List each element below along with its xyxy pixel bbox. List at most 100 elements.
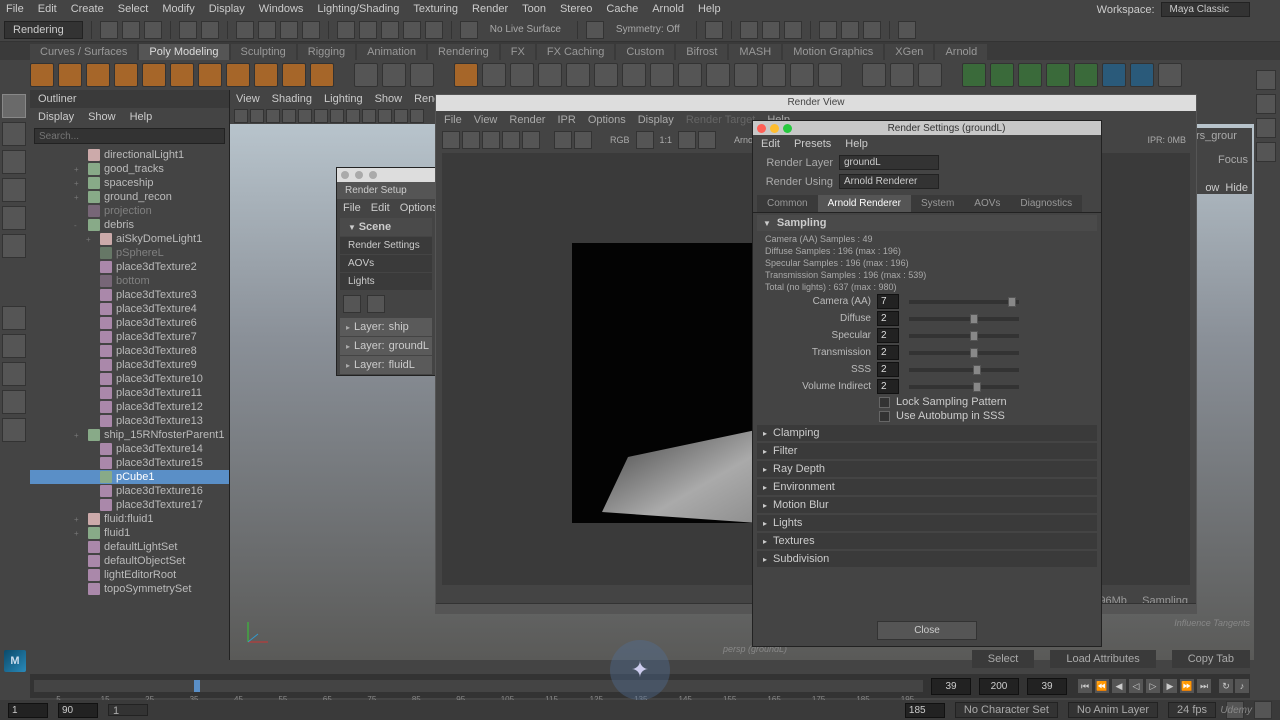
poly-gear-icon[interactable] [382, 63, 406, 87]
select-button[interactable]: Select [972, 650, 1035, 668]
outliner-item-place3dTexture17[interactable]: place3dTexture17 [30, 498, 229, 512]
field-input[interactable] [877, 362, 899, 377]
shelf-green-4-icon[interactable] [1046, 63, 1070, 87]
minimize-icon[interactable] [770, 124, 779, 133]
poly-platonic-icon[interactable] [226, 63, 250, 87]
rset-menu-edit[interactable]: Edit [761, 138, 780, 150]
menu-texturing[interactable]: Texturing [413, 3, 458, 15]
move-tool-icon[interactable] [2, 150, 26, 174]
range-start-input[interactable] [58, 703, 98, 718]
bevel-icon[interactable] [650, 63, 674, 87]
render-settings-shortcut-icon[interactable] [784, 21, 802, 39]
poly-plane-icon[interactable] [170, 63, 194, 87]
insert-loop-icon[interactable] [762, 63, 786, 87]
vp-icon-3[interactable] [266, 109, 280, 123]
poly-cube-icon[interactable] [58, 63, 82, 87]
outliner-item-fluid:fluid1[interactable]: +fluid:fluid1 [30, 512, 229, 526]
rs-render-settings[interactable]: Render Settings [340, 237, 432, 254]
field-slider[interactable] [909, 368, 1019, 372]
new-scene-icon[interactable] [100, 21, 118, 39]
vp-menu-view[interactable]: View [236, 93, 260, 105]
shelf-tab-mograph[interactable]: Motion Graphics [783, 44, 883, 60]
shelf-blue-1-icon[interactable] [1102, 63, 1126, 87]
menu-toon[interactable]: Toon [522, 3, 546, 15]
outliner-item-defaultLightSet[interactable]: defaultLightSet [30, 540, 229, 554]
outliner-item-projection[interactable]: projection [30, 204, 229, 218]
rset-menu-presets[interactable]: Presets [794, 138, 831, 150]
vp-icon-5[interactable] [298, 109, 312, 123]
outliner-item-pSphereL[interactable]: pSphereL [30, 246, 229, 260]
ipr-icon[interactable] [762, 21, 780, 39]
copy-tab-button[interactable]: Copy Tab [1172, 650, 1250, 668]
rv-rgb-label[interactable]: RGB [606, 135, 634, 145]
poly-helix-icon[interactable] [410, 63, 434, 87]
quad-draw-icon[interactable] [890, 63, 914, 87]
lock-sampling-checkbox[interactable] [879, 397, 890, 408]
poly-pyramid-icon[interactable] [254, 63, 278, 87]
rs-create-collection-icon[interactable] [367, 295, 385, 313]
outliner-item-place3dTexture4[interactable]: place3dTexture4 [30, 302, 229, 316]
last-tool-icon[interactable] [2, 234, 26, 258]
play-backward-icon[interactable]: ◁ [1128, 678, 1144, 694]
poly-cylinder-icon[interactable] [86, 63, 110, 87]
layout-single-icon[interactable] [2, 306, 26, 330]
rs-scene-header[interactable]: Scene [359, 221, 391, 233]
outliner-item-defaultObjectSet[interactable]: defaultObjectSet [30, 554, 229, 568]
combine-icon[interactable] [482, 63, 506, 87]
outliner-item-place3dTexture2[interactable]: place3dTexture2 [30, 260, 229, 274]
rv-remove-icon[interactable] [574, 131, 592, 149]
poly-disc-icon[interactable] [198, 63, 222, 87]
shelf-tab-animation[interactable]: Animation [357, 44, 426, 60]
render-settings-titlebar[interactable]: Render Settings (groundL) [753, 121, 1101, 135]
rs-aovs[interactable]: AOVs [340, 255, 432, 272]
rv-ratio-label[interactable]: 1:1 [656, 135, 677, 145]
section-motion-blur[interactable]: ▸Motion Blur [757, 497, 1097, 513]
connect-icon[interactable] [918, 63, 942, 87]
outliner-item-place3dTexture11[interactable]: place3dTexture11 [30, 386, 229, 400]
outliner-item-ship_15RNfosterParent1[interactable]: +ship_15RNfosterParent1 [30, 428, 229, 442]
poly-super-icon[interactable] [354, 63, 378, 87]
slider-thumb-icon[interactable] [1008, 297, 1016, 307]
rv-menu-ipr[interactable]: IPR [557, 114, 575, 126]
merge-icon[interactable] [678, 63, 702, 87]
save-scene-icon[interactable] [144, 21, 162, 39]
vp-menu-show[interactable]: Show [375, 93, 403, 105]
section-filter[interactable]: ▸Filter [757, 443, 1097, 459]
rv-zoom-icon[interactable] [678, 131, 696, 149]
redo-icon[interactable] [201, 21, 219, 39]
symmetry-icon[interactable] [586, 21, 604, 39]
outliner-item-place3dTexture10[interactable]: place3dTexture10 [30, 372, 229, 386]
menu-modify[interactable]: Modify [162, 3, 194, 15]
vp-icon-2[interactable] [250, 109, 264, 123]
outliner-item-ground_recon[interactable]: +ground_recon [30, 190, 229, 204]
outliner-item-fluid1[interactable]: +fluid1 [30, 526, 229, 540]
field-slider[interactable] [909, 385, 1019, 389]
collapse-icon[interactable] [790, 63, 814, 87]
outliner-item-place3dTexture14[interactable]: place3dTexture14 [30, 442, 229, 456]
section-lights[interactable]: ▸Lights [757, 515, 1097, 531]
channelbox-toggle-icon[interactable] [1256, 70, 1276, 90]
outliner-item-place3dTexture9[interactable]: place3dTexture9 [30, 358, 229, 372]
field-input[interactable] [877, 328, 899, 343]
field-input[interactable] [877, 345, 899, 360]
vp-icon-12[interactable] [410, 109, 424, 123]
section-ray-depth[interactable]: ▸Ray Depth [757, 461, 1097, 477]
shelf-tab-poly[interactable]: Poly Modeling [139, 44, 228, 60]
field-input[interactable] [877, 379, 899, 394]
shelf-tab-rendering[interactable]: Rendering [428, 44, 499, 60]
playback-play-icon[interactable] [841, 21, 859, 39]
boolean-icon[interactable] [566, 63, 590, 87]
select-mode-icon[interactable] [236, 21, 254, 39]
section-subdivision[interactable]: ▸Subdivision [757, 551, 1097, 567]
menu-windows[interactable]: Windows [259, 3, 304, 15]
undo-icon[interactable] [179, 21, 197, 39]
poly-sphere-icon[interactable] [30, 63, 54, 87]
rv-keep-icon[interactable] [554, 131, 572, 149]
shelf-tab-mash[interactable]: MASH [729, 44, 781, 60]
tab-system[interactable]: System [911, 195, 964, 212]
shelf-tab-arnold[interactable]: Arnold [935, 44, 987, 60]
field-input[interactable] [877, 294, 899, 309]
current-frame-input[interactable] [931, 678, 971, 695]
section-sampling[interactable]: ▼Sampling [757, 215, 1097, 231]
outliner-menu-show[interactable]: Show [88, 111, 116, 123]
